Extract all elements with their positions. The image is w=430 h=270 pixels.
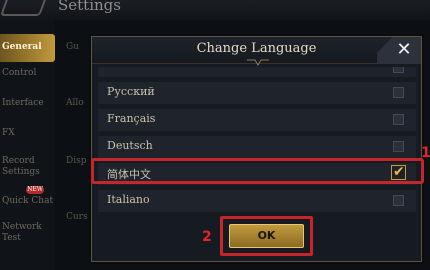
ok-highlight-box: OK <box>220 216 313 256</box>
dialog-title: Change Language <box>196 41 317 56</box>
language-label: Italiano <box>107 193 150 206</box>
sidebar-item-quick-chat[interactable]: Quick Chat <box>0 196 55 207</box>
checkbox[interactable] <box>393 87 404 98</box>
checkbox[interactable] <box>393 141 404 152</box>
sidebar-item-record-settings[interactable]: Record Settings <box>0 156 44 178</box>
language-option-french[interactable]: Français <box>98 109 416 131</box>
ok-button[interactable]: OK <box>229 224 304 248</box>
settings-header: Settings <box>0 0 430 20</box>
checkbox[interactable] <box>393 195 404 206</box>
language-label: Français <box>107 112 156 125</box>
language-option-german[interactable]: Deutsch <box>98 136 416 158</box>
settings-column-label: Disp <box>66 156 87 166</box>
settings-sidebar: General Control Interface FX Record Sett… <box>0 20 55 270</box>
dialog-header: Change Language ✕ <box>92 37 421 66</box>
language-label: Русский <box>107 85 155 98</box>
sidebar-item-network-test[interactable]: Network Test <box>0 222 44 244</box>
selection-highlight-box <box>91 158 424 184</box>
language-option-russian[interactable]: Русский <box>98 82 416 104</box>
new-badge: NEW <box>26 186 44 194</box>
sidebar-item-control[interactable]: Control <box>0 68 55 79</box>
language-list[interactable]: Русский Français Deutsch 简体中文 ✔ Italiano <box>98 67 416 215</box>
language-label: Deutsch <box>107 139 153 152</box>
callout-number-1: 1 <box>421 145 430 161</box>
sidebar-item-fx[interactable]: FX <box>0 128 55 139</box>
sidebar-item-general[interactable]: General <box>0 34 55 62</box>
ornament-icon <box>247 59 269 66</box>
change-language-dialog: Change Language ✕ Русский Français Deuts… <box>91 36 422 262</box>
checkbox[interactable] <box>393 114 404 125</box>
settings-column-label: Curs <box>66 212 88 222</box>
close-icon: ✕ <box>396 39 412 60</box>
checkbox[interactable] <box>393 67 404 73</box>
settings-title: Settings <box>58 0 121 14</box>
settings-column-label: Gu <box>66 42 79 52</box>
close-button[interactable]: ✕ <box>377 37 421 64</box>
sidebar-item-interface[interactable]: Interface <box>0 98 55 109</box>
language-option-italian[interactable]: Italiano <box>98 190 416 212</box>
callout-number-2: 2 <box>202 229 212 245</box>
back-button[interactable] <box>0 0 49 16</box>
list-item[interactable] <box>98 67 416 77</box>
settings-column-label: Allo <box>66 98 84 108</box>
